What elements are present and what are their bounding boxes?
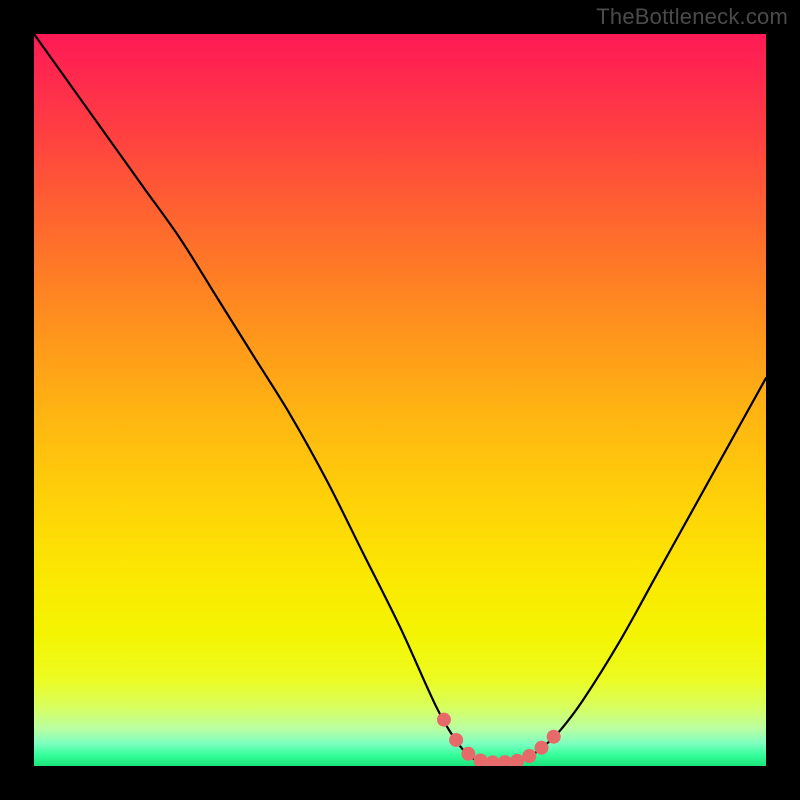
optimal-marker bbox=[535, 741, 549, 755]
optimal-marker bbox=[449, 733, 463, 747]
bottleneck-curve bbox=[34, 34, 766, 763]
optimal-marker bbox=[498, 755, 512, 766]
optimal-marker bbox=[522, 749, 536, 763]
optimal-marker bbox=[461, 747, 475, 761]
watermark-text: TheBottleneck.com bbox=[596, 4, 788, 30]
curve-svg bbox=[34, 34, 766, 766]
optimal-marker bbox=[486, 755, 500, 766]
optimal-band-markers bbox=[437, 713, 561, 766]
optimal-marker bbox=[547, 730, 561, 744]
optimal-marker bbox=[510, 754, 524, 766]
optimal-marker bbox=[437, 713, 451, 727]
plot-area bbox=[34, 34, 766, 766]
optimal-marker bbox=[474, 754, 488, 766]
chart-frame: TheBottleneck.com bbox=[0, 0, 800, 800]
